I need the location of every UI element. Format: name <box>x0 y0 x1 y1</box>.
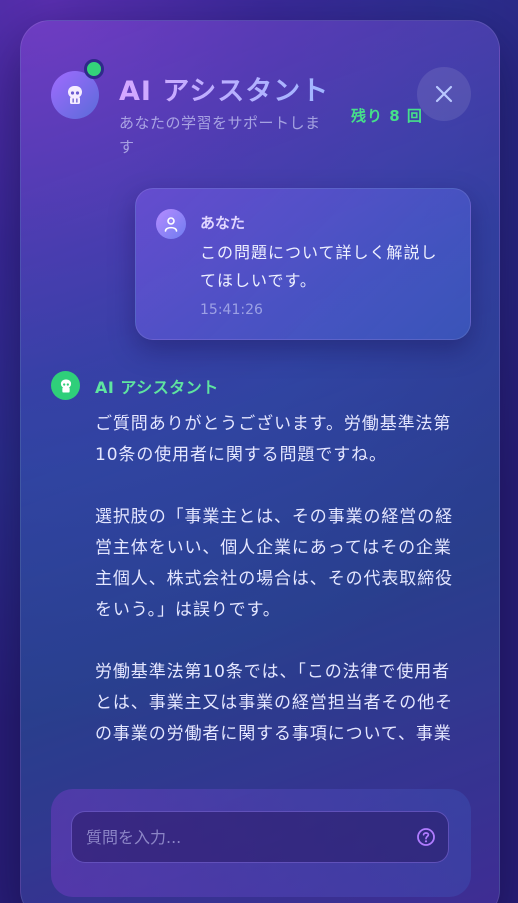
remaining-count-badge: 残り 8 回 <box>351 107 423 125</box>
assistant-message-paragraph: ご質問ありがとうございます。労働基準法第10条の使用者に関する問題ですね。 <box>95 414 452 465</box>
user-message-sender: あなた <box>200 214 246 232</box>
close-button[interactable] <box>417 67 471 121</box>
user-message-text: この問題について詳しく解説してほしいです。 <box>200 243 438 290</box>
close-icon <box>435 85 453 103</box>
assistant-avatar <box>51 371 80 400</box>
chat-header: AI アシスタント あなたの学習をサポートします 残り 8 回 <box>21 21 499 161</box>
user-message-timestamp: 15:41:26 <box>200 302 263 318</box>
assistant-message-paragraph: 選択肢の「事業主とは、その事業の経営の経営主体をいい、個人企業にあってはその企業… <box>95 507 453 620</box>
robot-icon <box>68 86 82 104</box>
chat-panel: AI アシスタント あなたの学習をサポートします 残り 8 回 あなた この問題… <box>20 20 500 903</box>
user-avatar <box>156 209 186 239</box>
assistant-message-paragraph: 労働基準法第10条では、「この法律で使用者とは、事業主又は事業の経営担当者その他… <box>95 662 453 744</box>
assistant-title: AI アシスタント <box>119 69 329 108</box>
assistant-subtitle: あなたの学習をサポートします <box>119 114 321 156</box>
question-input[interactable] <box>86 812 396 862</box>
composer <box>51 789 471 897</box>
user-message: あなた この問題について詳しく解説してほしいです。 15:41:26 <box>135 188 471 340</box>
assistant-message-sender: AI アシスタント <box>95 378 219 397</box>
robot-icon <box>60 378 71 393</box>
user-icon <box>164 217 178 232</box>
help-icon[interactable] <box>416 827 436 847</box>
online-status-dot <box>84 59 104 79</box>
question-input-wrapper <box>71 811 449 863</box>
assistant-message-body: ご質問ありがとうございます。労働基準法第10条の使用者に関する問題ですね。 選択… <box>95 409 463 761</box>
